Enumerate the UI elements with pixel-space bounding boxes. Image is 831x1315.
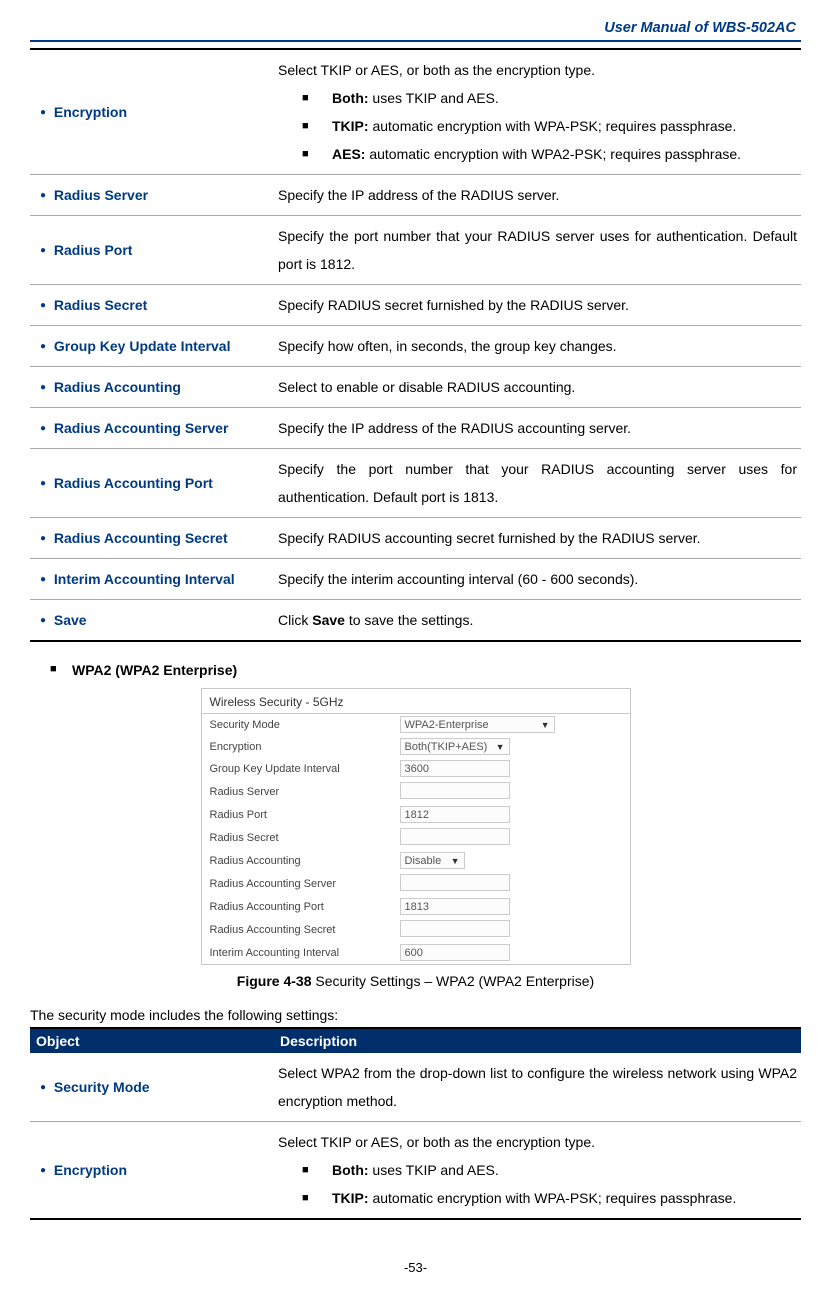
intro-line: The security mode includes the following… <box>30 1007 801 1023</box>
obj-label: Group Key Update Interval <box>54 338 231 354</box>
obj-desc: Click Save to save the settings. <box>274 599 801 640</box>
panel-input[interactable]: 600 <box>400 944 510 961</box>
panel-row-label: Radius Server <box>210 786 400 798</box>
panel-row-label: Radius Accounting Secret <box>210 924 400 936</box>
panel-title: Wireless Security - 5GHz <box>202 689 630 714</box>
table-bottom-border <box>30 640 801 642</box>
panel-row: Radius Accounting Port1813 <box>202 896 630 918</box>
panel-select[interactable]: WPA2-Enterprise ▼ <box>400 716 555 733</box>
chevron-down-icon: ▼ <box>451 856 460 866</box>
table-row: ● Encryption Select TKIP or AES, or both… <box>30 50 801 175</box>
header-description: Description <box>274 1029 801 1053</box>
obj-label: Radius Port <box>54 242 133 258</box>
obj-desc: Specify RADIUS secret furnished by the R… <box>274 284 801 325</box>
table2-bottom-border <box>30 1218 801 1220</box>
obj-label: Radius Accounting Port <box>54 475 213 491</box>
panel-row-label: Encryption <box>210 741 400 753</box>
table-row: ● Security Mode Select WPA2 from the dro… <box>30 1053 801 1122</box>
table-row: ● Save Click Save to save the settings. <box>30 599 801 640</box>
panel-row-label: Radius Secret <box>210 832 400 844</box>
obj-label: Security Mode <box>54 1079 150 1095</box>
panel-row-label: Radius Accounting Port <box>210 901 400 913</box>
panel-row-label: Radius Port <box>210 809 400 821</box>
panel-row: Radius Secret <box>202 826 630 850</box>
obj-label: Radius Server <box>54 187 148 203</box>
panel-row: Radius Accounting Secret <box>202 918 630 942</box>
obj-label: Radius Secret <box>54 297 147 313</box>
table-row: ● Radius Accounting Secret Specify RADIU… <box>30 517 801 558</box>
table-row: ● Radius Accounting Select to enable or … <box>30 366 801 407</box>
panel-input[interactable]: 3600 <box>400 760 510 777</box>
header-object: Object <box>30 1029 274 1053</box>
chevron-down-icon: ▼ <box>496 742 505 752</box>
section-heading: WPA2 (WPA2 Enterprise) <box>40 662 801 678</box>
chevron-down-icon: ▼ <box>541 720 550 730</box>
panel-row: Interim Accounting Interval600 <box>202 942 630 964</box>
panel-select-value: Both(TKIP+AES) <box>405 741 488 753</box>
table-row: ● Interim Accounting Interval Specify th… <box>30 558 801 599</box>
obj-label: Radius Accounting <box>54 379 181 395</box>
panel-input[interactable]: 1812 <box>400 806 510 823</box>
panel-row: Security Mode WPA2-Enterprise ▼ <box>202 714 630 736</box>
table-row: ● Radius Secret Specify RADIUS secret fu… <box>30 284 801 325</box>
obj-desc: Select TKIP or AES, or both as the encry… <box>274 1121 801 1218</box>
obj-label: Radius Accounting Server <box>54 420 229 436</box>
page-number: -53- <box>30 1260 801 1275</box>
header-divider <box>30 40 801 42</box>
panel-row: Group Key Update Interval3600 <box>202 758 630 780</box>
settings-panel: Wireless Security - 5GHz Security ModeWP… <box>201 688 631 965</box>
table-header-row: Object Description <box>30 1029 801 1053</box>
table-row: ● Radius Port Specify the port number th… <box>30 215 801 284</box>
page-title: User Manual of WBS-502AC <box>30 20 801 36</box>
panel-input[interactable] <box>400 782 510 799</box>
table-row: ● Radius Server Specify the IP address o… <box>30 174 801 215</box>
panel-row-label: Security Mode <box>210 719 400 731</box>
panel-row: Radius Port1812 <box>202 804 630 826</box>
obj-label: Encryption <box>54 1162 127 1178</box>
page: User Manual of WBS-502AC ● Encryption Se… <box>0 0 831 1315</box>
panel-input[interactable] <box>400 874 510 891</box>
table-row: ● Radius Accounting Server Specify the I… <box>30 407 801 448</box>
panel-input[interactable]: 1813 <box>400 898 510 915</box>
obj-desc: Select to enable or disable RADIUS accou… <box>274 366 801 407</box>
panel-row: Encryption Both(TKIP+AES) ▼ <box>202 736 630 758</box>
table-row: ● Radius Accounting Port Specify the por… <box>30 448 801 517</box>
panel-input[interactable] <box>400 828 510 845</box>
panel-row: Radius Server <box>202 780 630 804</box>
obj-label: Interim Accounting Interval <box>54 571 235 587</box>
obj-desc: Specify the port number that your RADIUS… <box>274 448 801 517</box>
panel-row-label: Radius Accounting <box>210 855 400 867</box>
figure-wrap: Wireless Security - 5GHz Security ModeWP… <box>30 688 801 965</box>
obj-desc: Specify RADIUS accounting secret furnish… <box>274 517 801 558</box>
obj-desc: Specify the IP address of the RADIUS acc… <box>274 407 801 448</box>
panel-row: Radius Accounting Server <box>202 872 630 896</box>
obj-desc: Select WPA2 from the drop-down list to c… <box>274 1053 801 1122</box>
panel-select[interactable]: Disable ▼ <box>400 852 465 869</box>
panel-input[interactable] <box>400 920 510 937</box>
obj-label: Radius Accounting Secret <box>54 530 228 546</box>
obj-desc: Specify the IP address of the RADIUS ser… <box>274 174 801 215</box>
panel-select[interactable]: Both(TKIP+AES) ▼ <box>400 738 510 755</box>
settings-table-2: Object Description ● Security Mode Selec… <box>30 1029 801 1218</box>
settings-table-1: ● Encryption Select TKIP or AES, or both… <box>30 50 801 640</box>
panel-select-value: Disable <box>405 855 442 867</box>
obj-desc: Select TKIP or AES, or both as the encry… <box>274 50 801 175</box>
figure-caption: Figure 4-38 Security Settings – WPA2 (WP… <box>30 973 801 989</box>
obj-label: Save <box>54 612 87 628</box>
panel-select-value: WPA2-Enterprise <box>405 719 489 731</box>
table-row: ● Encryption Select TKIP or AES, or both… <box>30 1121 801 1218</box>
panel-row-label: Interim Accounting Interval <box>210 947 400 959</box>
panel-row-label: Radius Accounting Server <box>210 878 400 890</box>
table-row: ● Group Key Update Interval Specify how … <box>30 325 801 366</box>
panel-row: Radius Accounting Disable ▼ <box>202 850 630 872</box>
obj-desc: Specify the interim accounting interval … <box>274 558 801 599</box>
obj-desc: Specify how often, in seconds, the group… <box>274 325 801 366</box>
obj-desc: Specify the port number that your RADIUS… <box>274 215 801 284</box>
panel-row-label: Group Key Update Interval <box>210 763 400 775</box>
obj-label: Encryption <box>54 104 127 120</box>
